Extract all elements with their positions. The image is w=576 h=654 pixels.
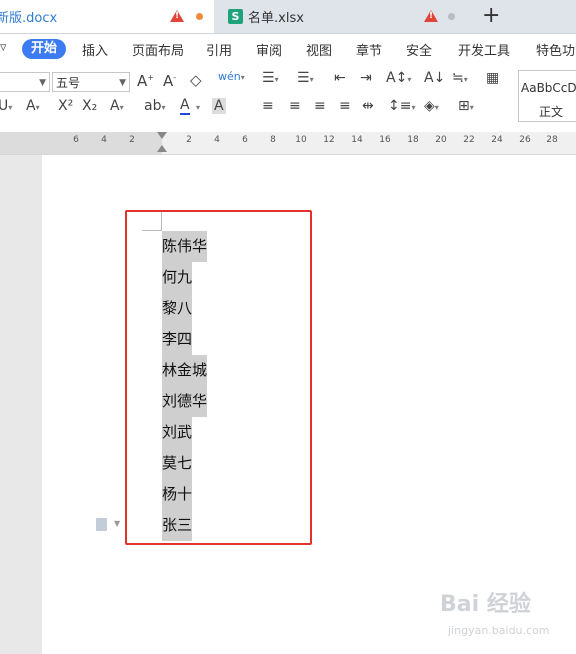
chevron-down-icon[interactable]: ▼ bbox=[114, 519, 120, 528]
distributed-align-icon[interactable]: ⇹ bbox=[362, 98, 374, 114]
tab-xlsx-title: 名单.xlsx bbox=[248, 11, 304, 26]
menu-item-start[interactable]: 开始 bbox=[22, 39, 66, 59]
menu-item-special-features[interactable]: 特色功能 bbox=[536, 40, 576, 59]
unsaved-dot-icon bbox=[196, 13, 203, 20]
font-size-value: 五号 bbox=[56, 76, 81, 90]
menu-item-references[interactable]: 引用 bbox=[206, 40, 232, 59]
ruler-label: 24 bbox=[491, 135, 503, 145]
new-tab-button[interactable]: + bbox=[482, 3, 500, 28]
document-tab-bar: 新版.docx S 名单.xlsx + bbox=[0, 0, 576, 34]
font-color-icon[interactable]: A bbox=[180, 98, 190, 115]
paragraph-layout-icon[interactable] bbox=[96, 518, 107, 531]
paragraph-shading-icon[interactable]: ◈▾ bbox=[424, 98, 439, 114]
character-shading-icon[interactable]: A bbox=[212, 98, 226, 114]
first-line-indent-marker[interactable] bbox=[157, 132, 167, 139]
align-right-icon[interactable]: ≡ bbox=[314, 98, 326, 114]
ruler-label: 6 bbox=[242, 135, 248, 145]
tab-docx-title: 新版.docx bbox=[0, 11, 58, 26]
ruler-label: 4 bbox=[101, 135, 107, 145]
ruler-label: 2 bbox=[186, 135, 192, 145]
ruler-label: 4 bbox=[214, 135, 220, 145]
menu-item-view[interactable]: 视图 bbox=[306, 40, 332, 59]
menu-collapse-icon[interactable]: ▿ bbox=[0, 40, 7, 55]
ruler-label: 20 bbox=[435, 135, 447, 145]
ruler-label: 18 bbox=[407, 135, 419, 145]
warning-icon bbox=[170, 10, 184, 22]
align-center-icon[interactable]: ≡ bbox=[289, 98, 301, 114]
underline-icon[interactable]: U▾ bbox=[0, 98, 12, 114]
strikethrough-icon[interactable]: A▾ bbox=[26, 98, 40, 114]
font-name-dropdown[interactable]: ▼ bbox=[0, 72, 50, 92]
text-direction-icon[interactable]: A↕▾ bbox=[386, 70, 411, 86]
tab-docx[interactable]: 新版.docx bbox=[0, 0, 214, 33]
sort-icon[interactable]: A↓ bbox=[424, 70, 445, 86]
menu-item-chapter[interactable]: 章节 bbox=[356, 40, 382, 59]
table-borders-icon[interactable]: ▦ bbox=[486, 70, 499, 86]
ruler-margin-area bbox=[0, 132, 162, 154]
horizontal-ruler[interactable]: 6 4 2 2 4 6 8 10 12 14 16 18 20 22 24 26… bbox=[0, 132, 576, 155]
increase-indent-icon[interactable]: ⇥ bbox=[360, 70, 372, 86]
warning-icon bbox=[424, 10, 438, 22]
bullet-list-icon[interactable]: ☰▾ bbox=[262, 70, 279, 86]
tab-status-dot-icon bbox=[448, 13, 455, 20]
decrease-font-size-icon[interactable]: A- bbox=[163, 72, 176, 90]
document-left-gutter bbox=[0, 155, 42, 654]
subscript-icon[interactable]: X₂ bbox=[82, 98, 97, 114]
watermark-url: jingyan.baidu.com bbox=[448, 624, 550, 637]
font-size-dropdown[interactable]: 五号 ▼ bbox=[52, 72, 130, 92]
align-left-icon[interactable]: ≡ bbox=[262, 98, 274, 114]
numbered-list-icon[interactable]: ☰▾ bbox=[297, 70, 314, 86]
text-effect-icon[interactable]: A▾ bbox=[110, 98, 124, 114]
watermark-logo: Bai 经验 bbox=[440, 592, 531, 617]
ruler-label: 28 bbox=[546, 135, 558, 145]
annotation-highlight-box bbox=[125, 210, 312, 545]
menu-item-review[interactable]: 审阅 bbox=[256, 40, 282, 59]
decrease-indent-icon[interactable]: ⇤ bbox=[334, 70, 346, 86]
ruler-label: 6 bbox=[73, 135, 79, 145]
style-gallery-normal[interactable]: AaBbCcDd 正文 bbox=[518, 70, 576, 122]
style-preview-text: AaBbCcDd bbox=[521, 81, 576, 95]
ruler-label: 8 bbox=[270, 135, 276, 145]
paragraph-spacing-icon[interactable]: ≒▾ bbox=[452, 70, 468, 86]
tab-xlsx[interactable]: S 名单.xlsx bbox=[216, 0, 466, 33]
ruler-label: 2 bbox=[129, 135, 135, 145]
hanging-indent-marker[interactable] bbox=[157, 145, 167, 152]
ruler-label: 26 bbox=[519, 135, 531, 145]
ruler-label: 14 bbox=[351, 135, 363, 145]
menu-item-insert[interactable]: 插入 bbox=[82, 40, 108, 59]
chevron-down-icon: ▼ bbox=[119, 78, 126, 88]
justify-icon[interactable]: ≡ bbox=[339, 98, 351, 114]
line-spacing-icon[interactable]: ↕≡▾ bbox=[388, 98, 415, 114]
borders-icon[interactable]: ⊞▾ bbox=[458, 98, 474, 114]
superscript-icon[interactable]: X² bbox=[58, 98, 73, 114]
spreadsheet-icon: S bbox=[228, 9, 243, 24]
ruler-label: 12 bbox=[323, 135, 335, 145]
chevron-down-icon[interactable]: ▾ bbox=[196, 98, 200, 114]
increase-font-size-icon[interactable]: A+ bbox=[137, 72, 154, 90]
menu-item-page-layout[interactable]: 页面布局 bbox=[132, 40, 184, 59]
style-name-label: 正文 bbox=[539, 105, 564, 119]
ruler-label: 10 bbox=[295, 135, 307, 145]
ruler-label: 16 bbox=[379, 135, 391, 145]
menu-item-security[interactable]: 安全 bbox=[406, 40, 432, 59]
ruler-label: 22 bbox=[463, 135, 475, 145]
menu-item-developer-tools[interactable]: 开发工具 bbox=[458, 40, 510, 59]
highlight-color-icon[interactable]: ab▾ bbox=[144, 98, 165, 114]
chevron-down-icon: ▼ bbox=[39, 78, 46, 88]
ribbon-menu-bar: ▿ 开始 插入 页面布局 引用 审阅 视图 章节 安全 开发工具 特色功能 bbox=[0, 34, 576, 64]
clear-format-icon[interactable]: ◇ bbox=[190, 71, 202, 89]
phonetic-guide-icon[interactable]: wén▾ bbox=[218, 70, 245, 83]
formatting-toolbar: ▼ 五号 ▼ A+ A- ◇ wén▾ ☰▾ ☰▾ ⇤ ⇥ A↕▾ A↓ ≒▾ ▦… bbox=[0, 64, 576, 182]
